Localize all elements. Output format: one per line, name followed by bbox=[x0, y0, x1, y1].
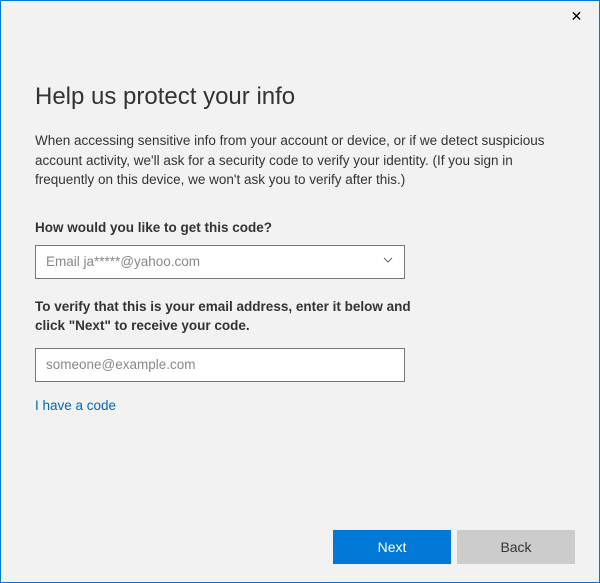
description-text: When accessing sensitive info from your … bbox=[35, 131, 555, 190]
dialog-window: ✕ Help us protect your info When accessi… bbox=[0, 0, 600, 583]
dialog-footer: Next Back bbox=[333, 530, 575, 564]
verify-instruction-label: To verify that this is your email addres… bbox=[35, 297, 435, 336]
email-field[interactable] bbox=[35, 348, 405, 382]
dialog-content: Help us protect your info When accessing… bbox=[1, 33, 599, 415]
close-button[interactable]: ✕ bbox=[554, 1, 599, 31]
code-method-label: How would you like to get this code? bbox=[35, 220, 565, 235]
chevron-down-icon bbox=[382, 253, 394, 271]
code-method-selected-value: Email ja*****@yahoo.com bbox=[46, 254, 200, 269]
next-button[interactable]: Next bbox=[333, 530, 451, 564]
back-button[interactable]: Back bbox=[457, 530, 575, 564]
have-code-link[interactable]: I have a code bbox=[35, 398, 116, 413]
titlebar: ✕ bbox=[1, 1, 599, 33]
close-icon: ✕ bbox=[571, 8, 583, 25]
code-method-select[interactable]: Email ja*****@yahoo.com bbox=[35, 245, 405, 279]
page-title: Help us protect your info bbox=[35, 83, 565, 111]
